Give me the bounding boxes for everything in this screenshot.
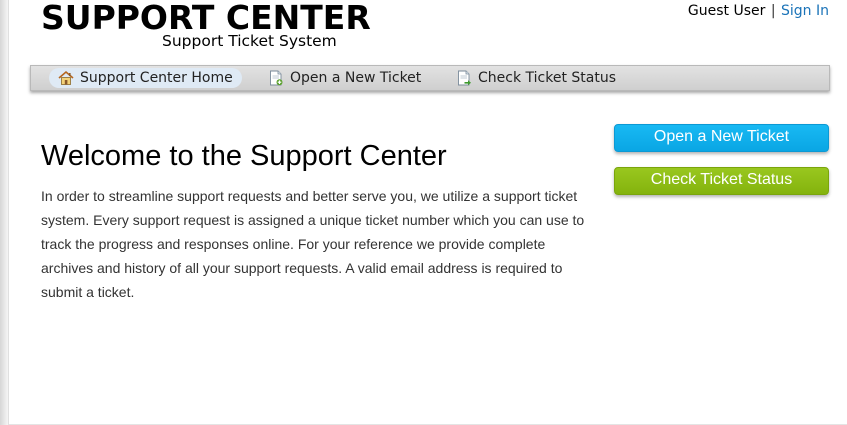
nav-item-label: Open a New Ticket — [290, 70, 422, 86]
nav-item-label: Check Ticket Status — [478, 70, 616, 86]
open-new-ticket-button[interactable]: Open a New Ticket — [614, 124, 829, 152]
guest-user-label: Guest User — [687, 3, 766, 19]
user-area: Guest User | Sign In — [688, 1, 829, 21]
welcome-paragraph: In order to streamline support requests … — [41, 188, 585, 300]
left-page-edge — [8, 0, 9, 425]
new-ticket-icon — [268, 70, 284, 86]
main-nav: Support Center Home Open a New Ticket Ch… — [30, 65, 830, 91]
user-separator: | — [770, 3, 776, 19]
page-title: Welcome to the Support Center — [41, 140, 447, 172]
sign-in-link[interactable]: Sign In — [781, 3, 829, 19]
home-icon — [58, 70, 74, 86]
nav-item-label: Support Center Home — [80, 70, 233, 86]
nav-item-open-ticket[interactable]: Open a New Ticket — [268, 68, 421, 88]
site-logo-subtitle: Support Ticket System — [162, 32, 337, 50]
nav-item-home[interactable]: Support Center Home — [49, 68, 242, 88]
page: SUPPORT CENTER Support Ticket System Gue… — [0, 0, 847, 425]
nav-item-check-status[interactable]: Check Ticket Status — [456, 68, 616, 88]
ticket-status-icon — [456, 70, 472, 86]
check-ticket-status-button[interactable]: Check Ticket Status — [614, 167, 829, 195]
